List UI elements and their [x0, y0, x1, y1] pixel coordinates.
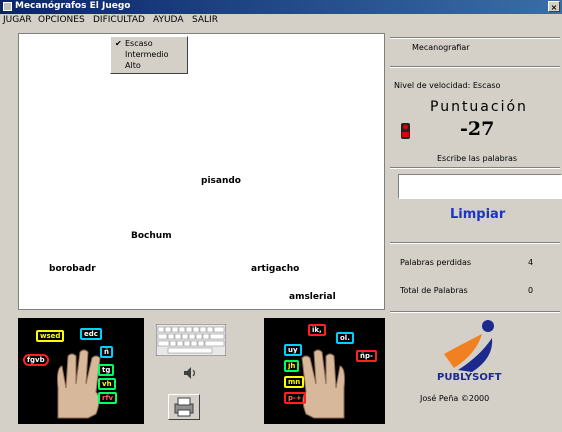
speaker-icon[interactable] — [183, 366, 197, 380]
typing-label: Escribe las palabras — [437, 154, 518, 163]
close-button[interactable]: × — [548, 1, 560, 12]
key-tag: uy — [284, 344, 302, 356]
menu-bar: JUGAR OPCIONES DIFICULTAD AYUDA SALIR — [0, 14, 562, 28]
total-words-value: 0 — [528, 286, 534, 295]
menu-dificultad[interactable]: DIFICULTAD — [93, 15, 145, 25]
score-label: Puntuación — [430, 99, 528, 115]
key-tag: vh — [98, 378, 116, 390]
divider — [390, 242, 560, 244]
app-icon — [3, 2, 12, 11]
application-window: Mecanógrafos El Juego × JUGAR OPCIONES D… — [0, 0, 562, 432]
key-tag: p-+ — [284, 392, 306, 404]
menu-jugar[interactable]: JUGAR — [3, 15, 32, 25]
falling-word: pisando — [201, 176, 241, 186]
keyboard-icon — [156, 324, 226, 356]
game-area: pisando Bochum borobadr artigacho amsler… — [18, 33, 385, 310]
print-icon — [174, 397, 194, 417]
key-tag: ik, — [308, 324, 326, 336]
difficulty-option-intermedio[interactable]: Intermedio — [125, 50, 169, 59]
author-credit: José Peña ©2000 — [420, 394, 490, 403]
key-tag: mn — [284, 376, 305, 388]
difficulty-option-alto[interactable]: Alto — [125, 61, 141, 70]
check-icon: ✔ — [115, 39, 122, 48]
typing-input[interactable] — [398, 174, 562, 199]
traffic-light-icon — [401, 123, 410, 139]
brand-name: PUBLYSOFT — [437, 372, 502, 383]
key-tag: tg — [98, 364, 115, 376]
key-tag: jh — [284, 360, 300, 372]
divider — [390, 66, 560, 68]
key-tag: fgvb — [23, 354, 49, 366]
total-words-label: Total de Palabras — [400, 286, 468, 295]
score-value: -27 — [460, 118, 495, 140]
key-tag: ñ — [100, 346, 113, 358]
menu-ayuda[interactable]: AYUDA — [153, 15, 183, 25]
divider — [390, 37, 560, 39]
right-hand-panel: ik, ol. ñp- uy jh mn p-+ — [264, 318, 385, 424]
key-tag: ñp- — [356, 350, 377, 362]
speed-level-text: Nivel de velocidad: Escaso — [394, 81, 501, 90]
title-bar: Mecanógrafos El Juego × — [0, 0, 562, 14]
print-button[interactable] — [168, 394, 200, 420]
falling-word: Bochum — [131, 231, 172, 241]
falling-word: artigacho — [251, 264, 300, 274]
window-title: Mecanógrafos El Juego — [15, 1, 131, 11]
lost-words-label: Palabras perdidas — [400, 258, 472, 267]
menu-opciones[interactable]: OPCIONES — [38, 15, 85, 25]
clear-button[interactable]: Limpiar — [450, 207, 505, 222]
falling-word: amslerial — [289, 292, 336, 302]
key-tag: wsed — [36, 330, 65, 342]
divider — [390, 311, 560, 313]
difficulty-dropdown: ✔ Escaso Intermedio Alto — [110, 36, 188, 74]
lost-words-value: 4 — [528, 258, 534, 267]
key-tag: edc — [80, 328, 102, 340]
divider — [390, 167, 560, 169]
left-hand-panel: wsed edc fgvb ñ tg vh rfv — [18, 318, 144, 424]
key-tag: rfv — [98, 392, 118, 404]
key-tag: ol. — [336, 332, 354, 344]
menu-salir[interactable]: SALIR — [192, 15, 218, 25]
falling-word: borobadr — [49, 264, 96, 274]
mode-text: Mecanografiar — [412, 43, 470, 52]
difficulty-option-escaso[interactable]: Escaso — [125, 39, 153, 48]
